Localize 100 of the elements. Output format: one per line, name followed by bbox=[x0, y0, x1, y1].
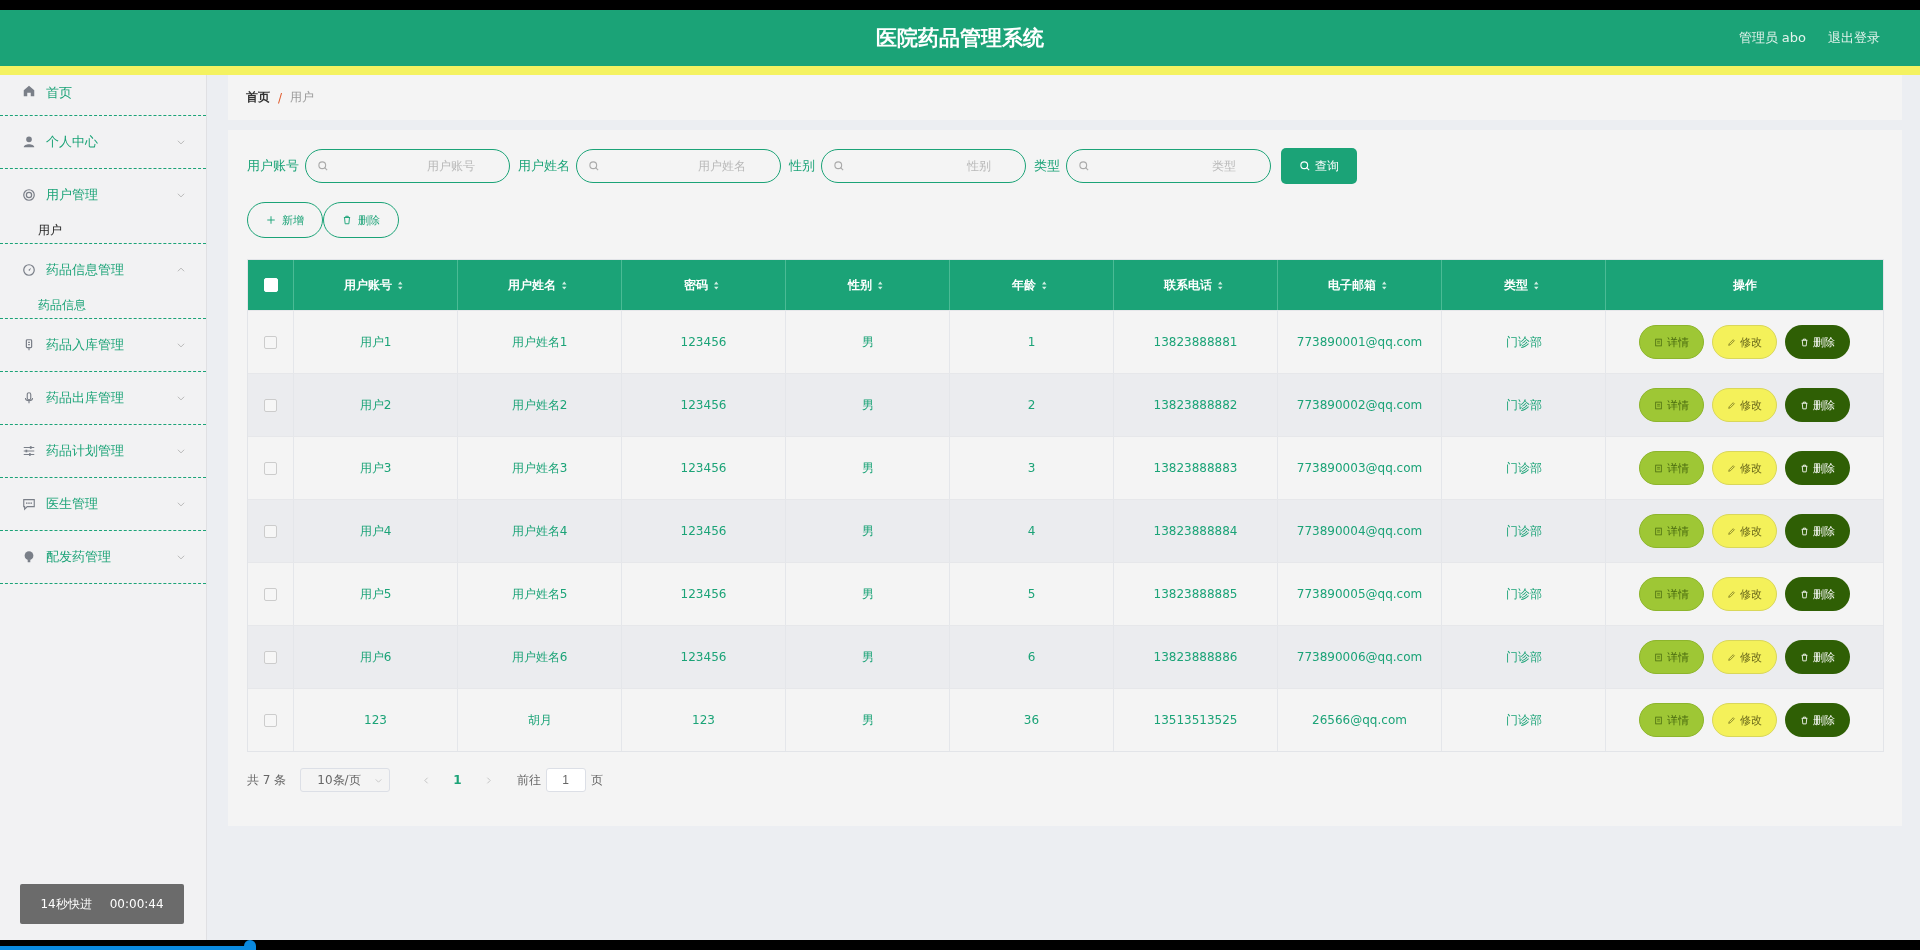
table-cell: 用户姓名4 bbox=[511, 522, 568, 540]
table-cell: 13823888883 bbox=[1153, 461, 1238, 475]
detail-button[interactable]: 详情 bbox=[1639, 577, 1704, 611]
sidebar-item[interactable]: 药品入库管理 bbox=[0, 319, 206, 371]
search-field[interactable]: 类型 bbox=[1066, 149, 1271, 183]
detail-button[interactable]: 详情 bbox=[1639, 703, 1704, 737]
table-cell: 用户姓名6 bbox=[511, 648, 568, 666]
detail-button[interactable]: 详情 bbox=[1639, 451, 1704, 485]
row-checkbox[interactable] bbox=[264, 587, 277, 601]
edit-button[interactable]: 修改 bbox=[1712, 577, 1777, 611]
table-cell: 用户1 bbox=[359, 333, 392, 351]
edit-button[interactable]: 修改 bbox=[1712, 703, 1777, 737]
sidebar-item[interactable]: 配发药管理 bbox=[0, 531, 206, 583]
table-cell: 36 bbox=[1023, 713, 1040, 727]
lightbulb-icon bbox=[22, 550, 36, 564]
detail-button[interactable]: 详情 bbox=[1639, 388, 1704, 422]
sidebar-item[interactable]: 首页 bbox=[0, 75, 206, 115]
edit-button[interactable]: 修改 bbox=[1712, 325, 1777, 359]
edit-button[interactable]: 修改 bbox=[1712, 451, 1777, 485]
row-checkbox[interactable] bbox=[264, 713, 277, 727]
table-cell: 用户姓名5 bbox=[511, 585, 568, 603]
delete-button[interactable]: 删除 bbox=[1785, 640, 1850, 674]
table-cell: 门诊部 bbox=[1505, 522, 1542, 540]
table-cell: 13823888884 bbox=[1153, 524, 1238, 538]
table-cell: 用户姓名1 bbox=[511, 333, 568, 351]
app-title: 医院药品管理系统 bbox=[876, 25, 1044, 52]
submenu-item[interactable]: 用户 bbox=[0, 221, 206, 243]
page-input[interactable]: 1 bbox=[545, 768, 586, 792]
table-cell: 男 bbox=[861, 459, 874, 477]
field-label: 性别 bbox=[789, 157, 815, 175]
table-cell: 门诊部 bbox=[1505, 648, 1542, 666]
document-icon bbox=[1654, 463, 1663, 473]
table-cell: 2 bbox=[1027, 398, 1036, 412]
sidebar-item[interactable]: 个人中心 bbox=[0, 116, 206, 168]
table-cell: 3 bbox=[1027, 461, 1036, 475]
breadcrumb-item: 用户 bbox=[290, 89, 315, 106]
submenu-item[interactable]: 药品信息 bbox=[0, 296, 206, 318]
table-cell: 门诊部 bbox=[1505, 711, 1542, 729]
detail-button[interactable]: 详情 bbox=[1639, 514, 1704, 548]
table-cell: 用户2 bbox=[359, 396, 392, 414]
row-checkbox[interactable] bbox=[264, 461, 277, 475]
document-icon bbox=[1654, 337, 1663, 347]
edit-button[interactable]: 修改 bbox=[1712, 388, 1777, 422]
field-label: 用户姓名 bbox=[518, 157, 570, 175]
page-size-select[interactable]: 10条/页 bbox=[300, 768, 391, 792]
delete-button[interactable]: 删除 bbox=[1785, 514, 1850, 548]
row-checkbox[interactable] bbox=[264, 650, 277, 664]
breadcrumb-separator: / bbox=[278, 90, 283, 105]
field-label: 类型 bbox=[1034, 157, 1060, 175]
delete-button[interactable]: 删除 bbox=[1785, 577, 1850, 611]
sidebar-item[interactable]: 医生管理 bbox=[0, 478, 206, 530]
table-cell: 773890001@qq.com bbox=[1296, 335, 1423, 349]
trash-icon bbox=[342, 215, 352, 225]
select-all-checkbox[interactable] bbox=[263, 278, 278, 292]
delete-button[interactable]: 删除 bbox=[1785, 451, 1850, 485]
pencil-icon bbox=[1727, 463, 1736, 473]
delete-button[interactable]: 删除 bbox=[1785, 703, 1850, 737]
pencil-icon bbox=[1727, 400, 1736, 410]
home-icon bbox=[22, 84, 36, 98]
search-icon bbox=[1078, 160, 1090, 172]
table-cell: 门诊部 bbox=[1505, 333, 1542, 351]
sidebar-item[interactable]: 药品出库管理 bbox=[0, 372, 206, 424]
table-cell: 123456 bbox=[680, 650, 727, 664]
sliders-icon bbox=[22, 444, 36, 458]
table-cell: 773890004@qq.com bbox=[1296, 524, 1423, 538]
edit-button[interactable]: 修改 bbox=[1712, 640, 1777, 674]
delete-button[interactable]: 删除 bbox=[1785, 325, 1850, 359]
sidebar-item[interactable]: 药品计划管理 bbox=[0, 425, 206, 477]
sidebar-item[interactable]: 药品信息管理 bbox=[0, 244, 206, 296]
table-cell: 13823888886 bbox=[1153, 650, 1238, 664]
pencil-icon bbox=[1727, 526, 1736, 536]
row-checkbox[interactable] bbox=[264, 335, 277, 349]
chat-icon bbox=[22, 497, 36, 511]
table-cell: 13823888882 bbox=[1153, 398, 1238, 412]
pencil-icon bbox=[1727, 715, 1736, 725]
table-cell: 1 bbox=[1027, 335, 1036, 349]
row-checkbox[interactable] bbox=[264, 524, 277, 538]
table-cell: 26566@qq.com bbox=[1312, 713, 1407, 727]
edit-button[interactable]: 修改 bbox=[1712, 514, 1777, 548]
detail-button[interactable]: 详情 bbox=[1639, 325, 1704, 359]
logout-link[interactable]: 退出登录 bbox=[1828, 29, 1880, 47]
table-cell: 13513513525 bbox=[1153, 713, 1238, 727]
trash-icon bbox=[1800, 400, 1809, 410]
table-cell: 男 bbox=[861, 522, 874, 540]
table-cell: 男 bbox=[861, 396, 874, 414]
trash-icon bbox=[1800, 589, 1809, 599]
video-progress-bar[interactable] bbox=[0, 940, 1920, 950]
compass-icon bbox=[22, 263, 36, 277]
page-suffix: 页 bbox=[590, 771, 603, 789]
search-button[interactable]: 查询 bbox=[1281, 148, 1357, 184]
row-checkbox[interactable] bbox=[264, 398, 277, 412]
detail-button[interactable]: 详情 bbox=[1639, 640, 1704, 674]
progress-handle[interactable] bbox=[243, 940, 256, 950]
microphone-icon bbox=[22, 391, 36, 405]
page-number[interactable]: 1 bbox=[441, 773, 474, 787]
sidebar-item[interactable]: 用户管理 bbox=[0, 169, 206, 221]
document-icon bbox=[1654, 400, 1663, 410]
table-cell: 123 bbox=[364, 713, 387, 727]
delete-button[interactable]: 删除 bbox=[1785, 388, 1850, 422]
breadcrumb-item[interactable]: 首页 bbox=[246, 89, 270, 106]
